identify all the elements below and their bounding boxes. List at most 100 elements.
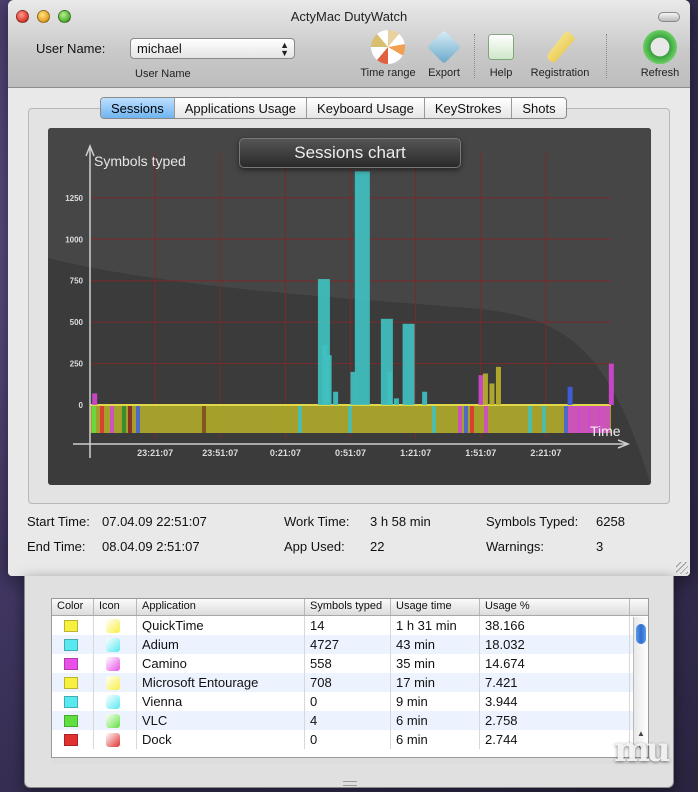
table-cell (94, 654, 137, 673)
start-time-label: Start Time: (27, 514, 90, 529)
help-label: Help (489, 67, 513, 79)
x-axis-title: Time (590, 423, 621, 439)
activity-segment (470, 405, 474, 433)
column-header-usage-time[interactable]: Usage time (391, 599, 480, 615)
activity-segment (528, 405, 532, 433)
activity-segment (128, 405, 132, 433)
sessions-chart-plot: 23:21:07 23:51:07 0:21:07 0:51:07 1:21:07 1:5… (48, 128, 651, 485)
watermark-logo: mu (614, 730, 671, 770)
activity-segment (100, 405, 104, 433)
data-bar (495, 366, 501, 405)
color-swatch (64, 714, 78, 727)
color-swatch (64, 733, 78, 746)
applications-table: Color Icon Application Symbols typed Usa… (51, 598, 649, 758)
activity-segment (542, 405, 546, 433)
tab-sessions[interactable]: Sessions (101, 98, 175, 118)
usage-percent-cell: 3.944 (480, 692, 630, 711)
help-button[interactable]: Help (482, 30, 520, 79)
usage-time-cell: 43 min (391, 635, 480, 654)
time-range-button[interactable]: Time range (350, 30, 426, 79)
usage-percent-cell: 7.421 (480, 673, 630, 692)
dock-icon (106, 732, 120, 747)
registration-pen-icon (546, 30, 577, 64)
application-name: QuickTime (137, 616, 305, 635)
end-time-label: End Time: (27, 539, 86, 554)
data-bar (393, 398, 399, 405)
activity-segment (202, 405, 206, 433)
export-button[interactable]: Export (422, 30, 466, 79)
main-content: Sessions Applications Usage Keyboard Usa… (8, 88, 690, 576)
vlc-icon (106, 713, 120, 728)
resize-grip[interactable] (676, 562, 688, 574)
chart-title: Sessions chart (239, 138, 461, 168)
column-header-color[interactable]: Color (52, 599, 94, 615)
usage-time-cell: 1 h 31 min (391, 616, 480, 635)
data-bar (608, 363, 614, 405)
x-tick-label: 0:51:07 (335, 448, 366, 458)
user-name-label: User Name: (36, 41, 106, 56)
application-name: Vienna (137, 692, 305, 711)
activity-segment (432, 405, 436, 433)
application-name: Adium (137, 635, 305, 654)
app-used-value: 22 (370, 539, 385, 554)
usage-time-cell: 35 min (391, 654, 480, 673)
column-header-application[interactable]: Application (137, 599, 305, 615)
table-row[interactable]: Vienna 0 9 min 3.944 (52, 692, 648, 711)
horizontal-scrollbar[interactable] (51, 758, 649, 764)
color-swatch (64, 619, 78, 632)
tab-keyboard-usage[interactable]: Keyboard Usage (307, 98, 425, 118)
data-bar (333, 391, 339, 405)
column-header-usage-percent[interactable]: Usage % (480, 599, 630, 615)
column-header-icon[interactable]: Icon (94, 599, 137, 615)
help-icon (488, 34, 514, 60)
color-swatch (64, 695, 78, 708)
user-name-select[interactable]: michael ▲ ▼ (130, 38, 295, 59)
usage-time-cell: 17 min (391, 673, 480, 692)
view-tabs: Sessions Applications Usage Keyboard Usa… (100, 97, 567, 119)
table-body: QuickTime 14 1 h 31 min 38.166 Adium 4727 43 m… (52, 616, 648, 749)
table-row[interactable]: Camino 558 35 min 14.674 (52, 654, 648, 673)
table-row[interactable]: Microsoft Entourage 708 17 min 7.421 (52, 673, 648, 692)
scroll-thumb[interactable] (636, 624, 646, 644)
export-icon (427, 30, 461, 64)
toolbar-separator (606, 34, 607, 78)
app-window: ActyMac DutyWatch User Name: michael ▲ ▼ … (8, 0, 690, 576)
data-bar (326, 355, 332, 405)
table-row[interactable]: Adium 4727 43 min 18.032 (52, 635, 648, 654)
symbols-typed-cell: 4 (305, 711, 391, 730)
data-bar (482, 373, 488, 405)
registration-button[interactable]: Registration (524, 30, 596, 79)
table-row[interactable]: Dock 0 6 min 2.744 (52, 730, 648, 749)
data-bar (92, 393, 98, 405)
activity-segment (458, 405, 462, 433)
table-cell (52, 616, 94, 635)
table-cell (94, 635, 137, 654)
tab-applications-usage[interactable]: Applications Usage (175, 98, 308, 118)
symbols-typed-cell: 0 (305, 692, 391, 711)
table-cell (52, 692, 94, 711)
app-used-label: App Used: (284, 539, 345, 554)
usage-percent-cell: 2.758 (480, 711, 630, 730)
session-stats: Start Time: 07.04.09 22:51:07 End Time: … (8, 512, 690, 572)
table-row[interactable]: VLC 4 6 min 2.758 (52, 711, 648, 730)
toolbar-toggle-button[interactable] (658, 12, 680, 22)
table-cell (52, 673, 94, 692)
usage-time-cell: 6 min (391, 730, 480, 749)
column-header-symbols-typed[interactable]: Symbols typed (305, 599, 391, 615)
entourage-icon (106, 675, 120, 690)
tab-keystrokes[interactable]: KeyStrokes (425, 98, 513, 118)
y-tick-label: 1000 (65, 235, 83, 244)
x-tick-label: 1:51:07 (465, 448, 496, 458)
activity-segment (92, 405, 96, 433)
data-bar (322, 345, 328, 405)
symbols-typed-cell: 14 (305, 616, 391, 635)
drawer-handle[interactable] (343, 781, 357, 786)
table-row[interactable]: QuickTime 14 1 h 31 min 38.166 (52, 616, 648, 635)
work-time-value: 3 h 58 min (370, 514, 431, 529)
y-tick-label: 1250 (65, 194, 83, 203)
data-bar (387, 371, 393, 405)
symbols-typed-label: Symbols Typed: (486, 514, 579, 529)
refresh-button[interactable]: Refresh (638, 30, 682, 79)
table-cell (52, 711, 94, 730)
tab-shots[interactable]: Shots (512, 98, 565, 118)
